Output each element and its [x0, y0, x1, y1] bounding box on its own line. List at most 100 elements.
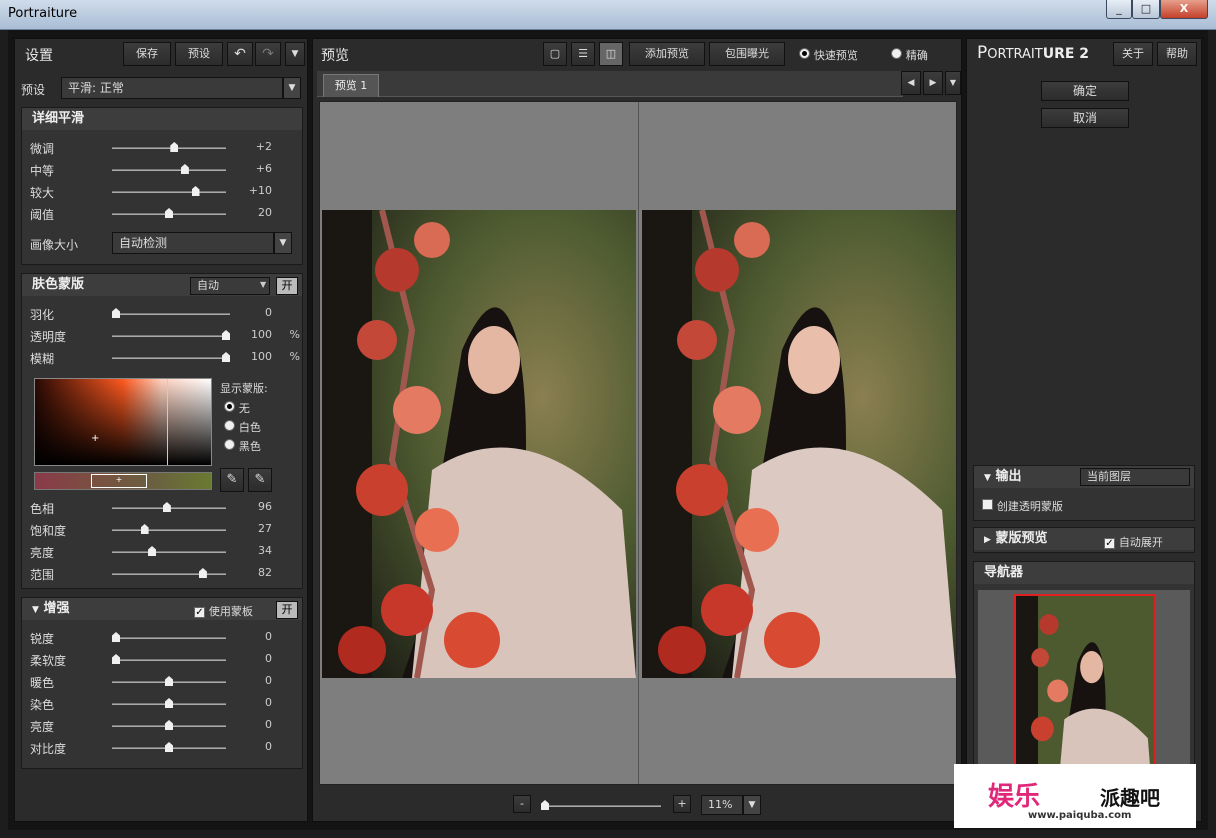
- menu-arrow-icon[interactable]: ▼: [285, 42, 305, 66]
- slider-row: 模糊 100%: [22, 348, 302, 368]
- slider-thumb[interactable]: [112, 308, 120, 318]
- skin-mask-section: 肤色蒙版 自动 ▼ 开 羽化 0 透明度 100% 模糊 100% + 显示蒙版: 无 白…: [21, 273, 303, 589]
- bracket-exposure-button[interactable]: 包围曝光: [709, 42, 785, 66]
- collapse-arrow-icon[interactable]: ▼: [32, 605, 39, 615]
- slider-track[interactable]: [112, 524, 226, 534]
- slider-thumb[interactable]: [198, 568, 207, 578]
- slider-thumb[interactable]: [170, 142, 179, 152]
- slider-track[interactable]: [112, 632, 226, 642]
- color-picker[interactable]: +: [34, 378, 212, 466]
- slider-track[interactable]: [112, 720, 226, 730]
- slider-track[interactable]: [112, 142, 226, 152]
- slider-track[interactable]: [112, 186, 226, 196]
- image-size-dropdown[interactable]: 自动检测: [112, 232, 274, 254]
- hue-strip[interactable]: +: [34, 472, 212, 490]
- eyedropper-plus-icon[interactable]: ✎: [248, 468, 272, 492]
- slider-track[interactable]: [112, 330, 230, 340]
- preset-button[interactable]: 预设: [175, 42, 223, 66]
- expand-arrow-icon[interactable]: ▶: [984, 535, 991, 545]
- navigator-title: 导航器: [974, 562, 1194, 584]
- slider-thumb[interactable]: [165, 208, 173, 218]
- slider-thumb[interactable]: [191, 186, 200, 196]
- chevron-down-icon[interactable]: ▼: [274, 232, 292, 254]
- output-layer-dropdown[interactable]: 当前图层: [1080, 468, 1190, 486]
- enhance-toggle-button[interactable]: 开: [276, 601, 298, 619]
- help-button[interactable]: 帮助: [1157, 42, 1197, 66]
- slider-thumb[interactable]: [180, 164, 189, 174]
- zoom-in-button[interactable]: +: [673, 795, 691, 813]
- slider-track[interactable]: [112, 546, 226, 556]
- slider-thumb[interactable]: [112, 632, 120, 642]
- preview-canvas[interactable]: [319, 101, 957, 785]
- slider-thumb[interactable]: [165, 676, 173, 686]
- slider-value: 0: [265, 718, 272, 731]
- add-preview-button[interactable]: 添加预览: [629, 42, 705, 66]
- slider-thumb[interactable]: [165, 698, 173, 708]
- slider-thumb[interactable]: [162, 502, 171, 512]
- slider-track[interactable]: [112, 352, 230, 362]
- undo-icon[interactable]: ↶: [227, 42, 253, 66]
- slider-thumb[interactable]: [148, 546, 157, 556]
- slider-track[interactable]: [112, 568, 226, 578]
- slider-thumb[interactable]: [165, 742, 173, 752]
- slider-thumb[interactable]: [222, 330, 230, 340]
- mask-black-radio[interactable]: 黑色: [224, 438, 261, 454]
- single-view-icon[interactable]: ▢: [543, 42, 567, 66]
- split-vertical-icon[interactable]: ◫: [599, 42, 623, 66]
- slider-label: 色相: [30, 502, 55, 516]
- slider-thumb[interactable]: [112, 654, 120, 664]
- use-mask-checkbox[interactable]: ✓ 使用蒙板: [194, 603, 253, 619]
- preset-dropdown[interactable]: 平滑: 正常: [61, 77, 283, 99]
- picker-crosshair[interactable]: +: [91, 433, 99, 444]
- hue-range-box[interactable]: +: [91, 474, 147, 488]
- fast-preview-radio[interactable]: 快速预览: [799, 47, 858, 63]
- ok-button[interactable]: 确定: [1041, 81, 1129, 101]
- slider-label: 透明度: [30, 330, 67, 344]
- slider-value: 0: [265, 652, 272, 665]
- mask-white-radio[interactable]: 白色: [224, 419, 261, 435]
- tab-menu-icon[interactable]: ▼: [945, 71, 961, 95]
- slider-track[interactable]: [112, 164, 226, 174]
- tab-preview-1[interactable]: 预览 1: [323, 74, 379, 97]
- zoom-dropdown[interactable]: 11%: [701, 795, 743, 815]
- slider-row: 较大 +10: [22, 182, 302, 202]
- cancel-button[interactable]: 取消: [1041, 108, 1129, 128]
- auto-expand-checkbox[interactable]: ✓ 自动展开: [1104, 534, 1163, 550]
- settings-panel: 设置 保存 预设 ↶ ↷ ▼ 预设 平滑: 正常 ▼ 详细平滑 微调 +2 中等 +6…: [14, 38, 308, 822]
- zoom-out-button[interactable]: -: [513, 795, 531, 813]
- slider-row: 羽化 0: [22, 304, 302, 324]
- slider-value: 0: [265, 630, 272, 643]
- chevron-down-icon[interactable]: ▼: [283, 77, 301, 99]
- redo-icon[interactable]: ↷: [255, 42, 281, 66]
- tab-prev-icon[interactable]: ◀: [901, 71, 921, 95]
- zoom-slider[interactable]: [541, 800, 661, 810]
- collapse-arrow-icon[interactable]: ▼: [984, 473, 991, 483]
- eyedropper-icon[interactable]: ✎: [220, 468, 244, 492]
- precise-radio[interactable]: 精确: [891, 47, 928, 63]
- transparent-mask-checkbox[interactable]: 创建透明蒙版: [982, 498, 1063, 514]
- slider-thumb[interactable]: [165, 720, 173, 730]
- slider-label: 微调: [30, 142, 55, 156]
- slider-track[interactable]: [112, 502, 226, 512]
- slider-value: +10: [248, 184, 272, 197]
- slider-track[interactable]: [112, 208, 226, 218]
- about-button[interactable]: 关于: [1113, 42, 1153, 66]
- slider-thumb[interactable]: [140, 524, 149, 534]
- chevron-down-icon[interactable]: ▼: [743, 795, 761, 815]
- skin-mode-dropdown[interactable]: 自动: [190, 277, 270, 295]
- split-horizontal-icon[interactable]: ☰: [571, 42, 595, 66]
- skin-toggle-button[interactable]: 开: [276, 277, 298, 295]
- slider-track[interactable]: [112, 308, 230, 318]
- maximize-button[interactable]: □: [1132, 0, 1160, 19]
- minimize-button[interactable]: _: [1106, 0, 1132, 19]
- slider-track[interactable]: [112, 742, 226, 752]
- close-button[interactable]: X: [1160, 0, 1208, 19]
- slider-thumb[interactable]: [222, 352, 230, 362]
- mask-none-radio[interactable]: 无: [224, 400, 250, 416]
- slider-track[interactable]: [112, 698, 226, 708]
- slider-track[interactable]: [112, 676, 226, 686]
- split-divider[interactable]: [638, 102, 639, 784]
- slider-track[interactable]: [112, 654, 226, 664]
- tab-next-icon[interactable]: ▶: [923, 71, 943, 95]
- save-button[interactable]: 保存: [123, 42, 171, 66]
